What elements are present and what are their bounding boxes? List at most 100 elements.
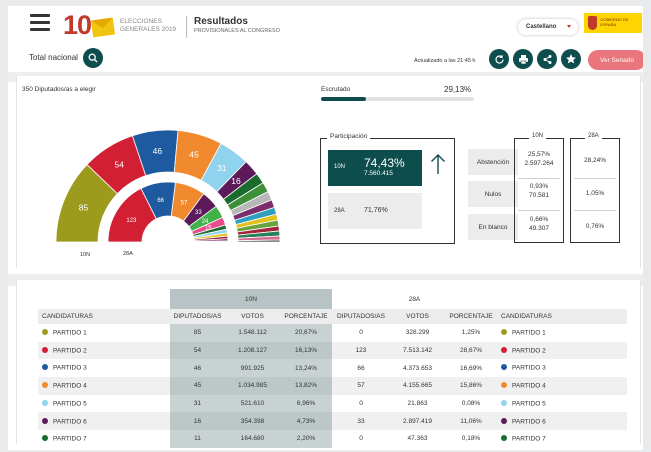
porcentaje-28a: 0,08% [461,400,481,408]
party-color-dot [42,435,48,442]
en-blanco-10n: 0,66% 49.307 [514,216,564,234]
logo: 10 ELECCIONES GENERALES 2019 [63,12,182,39]
header-porcentaje-10n[interactable]: PORCENTAJE [280,309,332,324]
header-candidaturas[interactable]: CANDIDATURAS [38,309,170,324]
header-votos-28a[interactable]: VOTOS [390,309,445,324]
party-label: PARTIDO 3 [53,364,87,372]
inner-ring-segment-label: 123 [126,218,137,224]
party-name-28a: PARTIDO 5 [497,395,627,413]
diputados-10n: 16 [170,412,225,431]
language-label: Castellano [526,24,557,30]
porcentaje-10n: 4,73% [280,412,332,431]
outer-ring-segment-label: 46 [153,146,163,156]
stats-10n-title: 10N [529,133,547,139]
porcentaje-28a: 11,06% [445,412,497,431]
table-row: PARTIDO 7 11 164.680 2,20% 0 47.363 0,18% PARTI… [38,430,627,448]
table-header: CANDIDATURAS DIPUTADOS/AS VOTOS PORCENTA… [38,309,627,324]
inner-ring-segment-label: 57 [181,201,188,207]
group-spacer [497,289,627,309]
table-row: PARTIDO 6 16 354.398 4,73% 33 2.897.419 11,06%… [38,412,627,431]
participation-10n-label: 10N [334,164,346,170]
table-group-row: 10N 28A [38,289,627,309]
updated-time: Actualizado a las 21:45 h [414,58,476,64]
diputados-28a: 33 [332,412,390,431]
votos-10n: 521.610 [225,394,280,413]
party-color-dot [501,382,507,389]
porcentaje-28a: 16,69% [459,364,483,372]
votos-28a: 47.363 [407,435,428,443]
table-row: PARTIDO 3 46 991.925 13,24% 66 4.373.653 16,69… [38,359,627,378]
outer-ring-label: 10N [80,252,91,258]
porcentaje-28a: 1,25% [461,329,481,337]
search-button[interactable] [83,48,103,68]
party-name-28a: PARTIDO 2 [497,341,627,360]
divider [518,178,560,179]
header-diputados-10n[interactable]: DIPUTADOS/AS [170,309,225,324]
header: 10 ELECCIONES GENERALES 2019 Resultados … [8,6,643,72]
party-label: PARTIDO 1 [53,329,87,337]
party-name-28a: PARTIDO 3 [497,359,627,377]
en-blanco-10n-abs: 49.307 [529,224,549,232]
diputados-10n: 45 [170,377,225,395]
page-title: Resultados [194,16,248,27]
party-color-dot [42,364,48,371]
share-button[interactable] [537,49,557,69]
party-name: PARTIDO 5 [38,395,170,413]
refresh-button[interactable] [489,49,509,69]
en-blanco-28a: 0,76% [585,223,605,230]
party-name: PARTIDO 6 [38,412,170,431]
votos-28a: 2.897.419 [390,412,445,431]
star-icon [566,54,576,64]
party-label: PARTIDO 6 [53,418,87,426]
porcentaje-28a: 28,67% [445,341,497,360]
party-label: PARTIDO 3 [512,364,546,372]
abstencion-28a: 28,24% [583,157,607,164]
inner-ring-segment-label: 33 [195,210,202,216]
seats-to-elect-label: 350 Diputados/as a elegir [22,86,96,93]
language-select[interactable]: Castellano [518,19,578,35]
ver-senado-button[interactable]: Ver Senado [588,50,643,70]
logo-number: 10 [63,10,92,40]
inner-ring-label: 28A [123,251,133,257]
menu-icon[interactable] [30,14,50,31]
votos-10n: 991.925 [225,359,280,378]
abstencion-10n: 25,57% 2.597.264 [514,151,564,169]
print-button[interactable] [513,49,533,69]
nulos-10n-pct: 0,93% [529,183,549,190]
inner-ring-segment-label: 66 [157,198,164,204]
party-label: PARTIDO 5 [512,400,546,408]
header-diputados-28a[interactable]: DIPUTADOS/AS [332,309,390,324]
party-label: PARTIDO 7 [53,435,87,443]
favorite-button[interactable] [561,49,581,69]
party-color-dot [501,417,507,424]
nulos-28a: 1,05% [585,190,605,197]
party-name: PARTIDO 1 [38,324,170,342]
diputados-28a: 0 [359,329,363,337]
government-logo: GOBIERNO DE ESPAÑA [584,13,642,33]
header-votos-10n[interactable]: VOTOS [225,309,280,324]
header-divider [186,16,187,38]
nulos-10n: 0,93% 70.581 [514,183,564,201]
logo-text: ELECCIONES GENERALES 2019 [120,17,177,33]
envelope-icon [90,17,116,37]
outer-ring-segment[interactable] [237,239,281,243]
party-color-dot [501,364,507,371]
header-candidaturas-28a[interactable]: CANDIDATURAS [497,309,627,324]
nulos-10n-abs: 70.581 [529,191,549,199]
hemicycle-chart: 855446 45311612366 57332415 [55,129,281,243]
outer-ring-segment-label: 85 [79,203,89,213]
votos-28a: 4.155.665 [390,377,445,395]
print-icon [518,54,528,64]
abstencion-10n-abs: 2.597.264 [524,159,554,167]
divider [574,178,616,179]
participation-28a-label: 28A [334,208,345,214]
inner-ring-segment[interactable] [193,240,229,243]
party-color-dot [42,346,48,353]
party-color-dot [42,329,48,336]
votos-10n: 354.398 [225,412,280,431]
party-name-28a: PARTIDO 7 [497,430,627,448]
header-porcentaje-28a[interactable]: PORCENTAJE [445,309,497,324]
party-color-dot [42,399,48,406]
government-logo-text: GOBIERNO DE ESPAÑA [600,17,629,27]
participation-title: Participación [327,133,371,140]
